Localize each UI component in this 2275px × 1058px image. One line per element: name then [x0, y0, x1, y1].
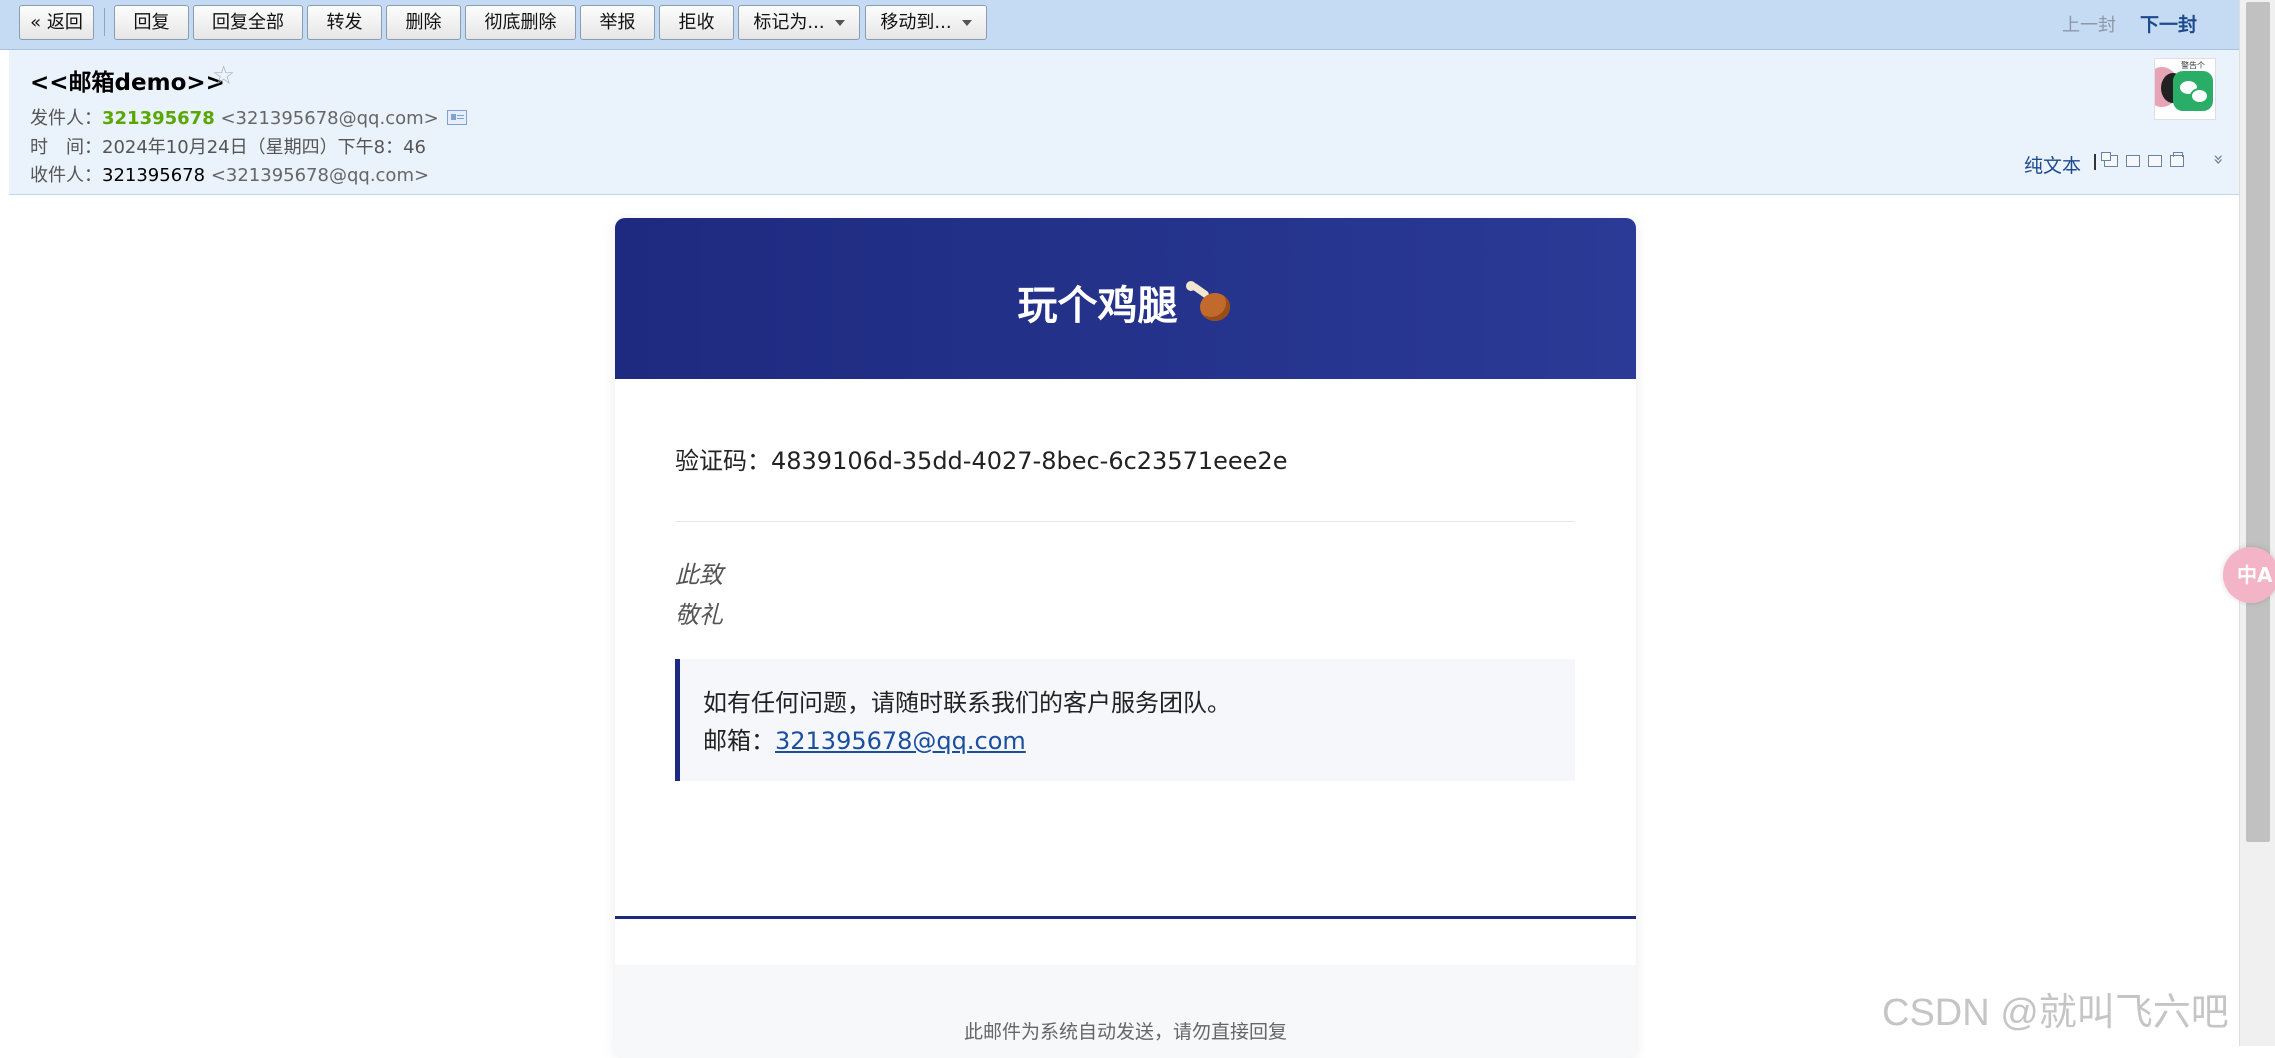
reject-button[interactable]: 拒收: [659, 5, 734, 40]
from-address: <321395678@qq.com>: [220, 108, 439, 129]
sender-avatar[interactable]: 警告个: [2154, 58, 2216, 120]
email-banner: 玩个鸡腿: [615, 218, 1636, 379]
expand-icon[interactable]: »: [2208, 154, 2229, 165]
contact-note: 如有任何问题，请随时联系我们的客户服务团队。: [703, 689, 1231, 717]
contact-card-icon[interactable]: [446, 110, 467, 125]
closing-line-2: 敬礼: [675, 601, 723, 629]
footer-text: 此邮件为系统自动发送，请勿直接回复: [963, 1021, 1287, 1043]
to-row: 收件人：321395678 <321395678@qq.com>: [30, 161, 429, 187]
delete-button[interactable]: 删除: [386, 5, 461, 40]
email-footer: 此邮件为系统自动发送，请勿直接回复: [615, 965, 1636, 1058]
mark-as-dropdown[interactable]: 标记为...: [738, 5, 860, 40]
prev-mail-link[interactable]: 上一封: [2062, 11, 2116, 37]
to-name[interactable]: 321395678: [102, 165, 205, 186]
email-title-text: 玩个鸡腿: [1017, 283, 1178, 329]
print-icon[interactable]: [2170, 152, 2184, 167]
watermark: CSDN @就叫飞六吧: [1882, 992, 2229, 1034]
contact-email-link[interactable]: 321395678@qq.com: [775, 727, 1026, 755]
closing-line-1: 此致: [675, 561, 723, 589]
verification-code: 验证码：4839106d-35dd-4027-8bec-6c23571eee2e: [675, 441, 1287, 476]
reply-button[interactable]: 回复: [114, 5, 189, 40]
content-divider: [675, 521, 1575, 522]
star-icon[interactable]: ☆: [212, 61, 235, 91]
back-button[interactable]: « 返回: [19, 5, 94, 40]
mark-as-label: 标记为...: [753, 12, 825, 33]
avatar-tag: 警告个: [2181, 61, 2205, 70]
new-window-icon[interactable]: [2101, 152, 2118, 167]
from-label: 发件人：: [30, 108, 102, 129]
scrollbar-track[interactable]: [2239, 0, 2275, 1046]
reply-all-button[interactable]: 回复全部: [193, 5, 303, 40]
toolbar-divider: [104, 8, 105, 36]
email-body-card: 玩个鸡腿 验证码：4839106d-35dd-4027-8bec-6c23571…: [615, 218, 1636, 1058]
move-to-dropdown[interactable]: 移动到...: [865, 5, 987, 40]
contact-info-box: 如有任何问题，请随时联系我们的客户服务团队。 邮箱：321395678@qq.c…: [675, 659, 1575, 781]
to-address: <321395678@qq.com>: [210, 165, 430, 186]
contact-email-label: 邮箱：: [703, 727, 775, 755]
mail-subject: <<邮箱demo>>: [30, 70, 225, 96]
mail-toolbar: « 返回 回复 回复全部 转发 删除 彻底删除 举报 拒收 标记为... 移动到…: [0, 0, 2240, 50]
scrollbar-thumb[interactable]: [2246, 2, 2270, 842]
chevron-down-icon: [961, 20, 972, 26]
header-divider: [2094, 154, 2096, 170]
code-label: 验证码：: [675, 447, 771, 475]
mail-header: <<邮箱demo>> ☆ 发件人：321395678 <321395678@qq…: [9, 50, 2240, 195]
footer-rule: [615, 916, 1636, 919]
view-icon[interactable]: [2126, 155, 2140, 167]
time-value: 2024年10月24日（星期四）下午8：46: [102, 137, 426, 158]
contact-email-row: 邮箱：321395678@qq.com: [703, 721, 1026, 756]
next-mail-link[interactable]: 下一封: [2140, 10, 2197, 37]
translate-button[interactable]: 中A: [2223, 547, 2275, 603]
wechat-icon: [2173, 71, 2213, 111]
move-to-label: 移动到...: [880, 12, 952, 33]
chevron-down-icon: [834, 20, 845, 26]
code-value: 4839106d-35dd-4027-8bec-6c23571eee2e: [771, 447, 1288, 475]
report-button[interactable]: 举报: [580, 5, 655, 40]
delete-permanent-button[interactable]: 彻底删除: [465, 5, 576, 40]
drumstick-icon: [1184, 279, 1234, 323]
from-name[interactable]: 321395678: [102, 108, 215, 129]
time-label: 时 间：: [30, 137, 102, 158]
save-icon[interactable]: [2148, 155, 2162, 167]
plain-text-link[interactable]: 纯文本: [2024, 151, 2081, 178]
email-title: 玩个鸡腿: [615, 273, 1636, 331]
forward-button[interactable]: 转发: [307, 5, 382, 40]
to-label: 收件人：: [30, 165, 102, 186]
from-row: 发件人：321395678 <321395678@qq.com>: [30, 104, 467, 130]
time-row: 时 间：2024年10月24日（星期四）下午8：46: [30, 133, 426, 159]
